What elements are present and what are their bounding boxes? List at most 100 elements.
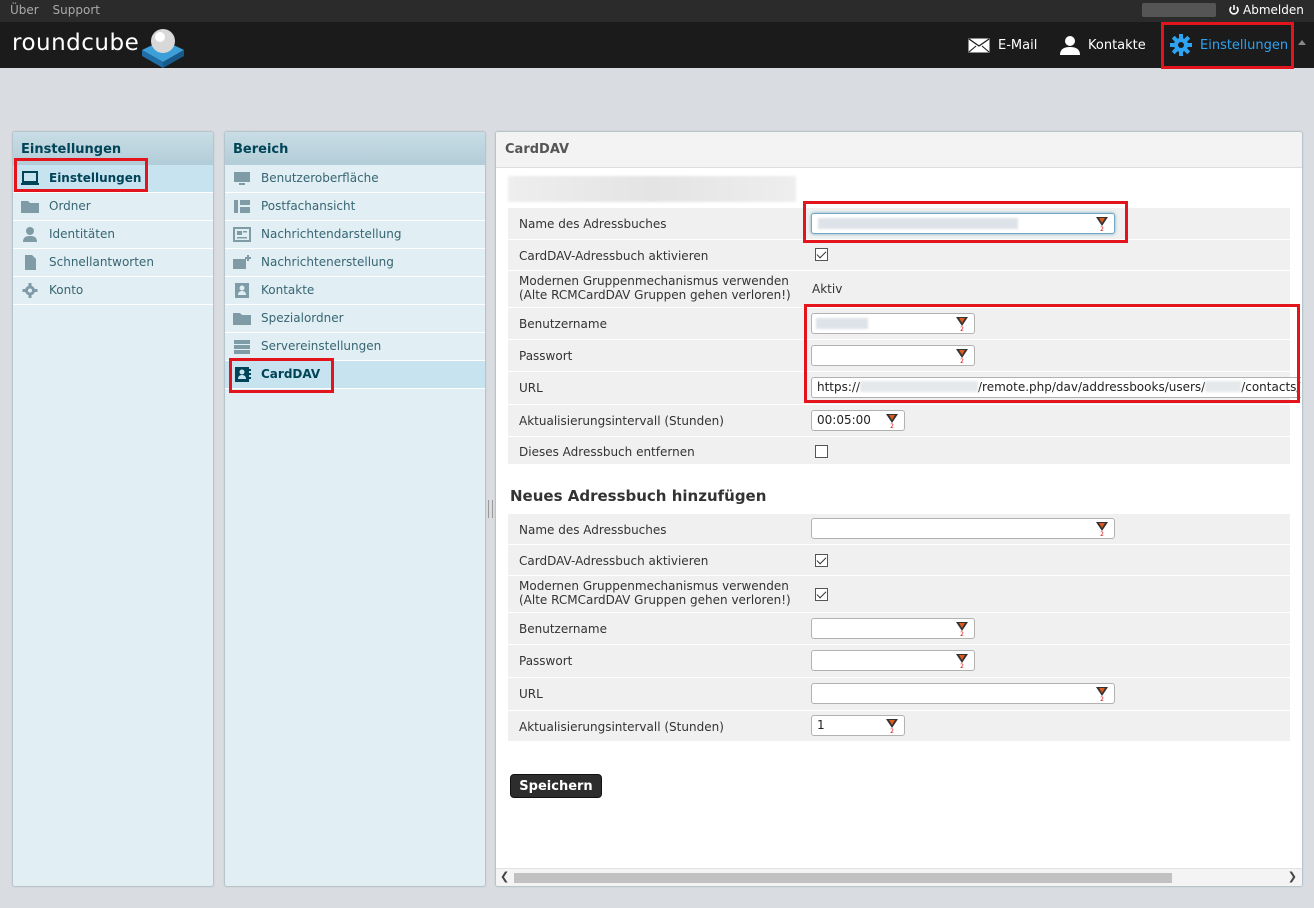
row-new-group-mechanism: Modernen Gruppenmechanismus verwenden (A… <box>508 576 1290 613</box>
newspaper-icon <box>233 227 251 242</box>
mid-panel-title: Bereich <box>225 132 485 165</box>
password-manager-icon[interactable]: 2 <box>956 317 968 331</box>
username-input[interactable]: 2 <box>811 313 975 334</box>
svg-text:2: 2 <box>960 631 964 636</box>
area-item-nachrichtendarstellung[interactable]: Nachrichtendarstellung <box>225 221 485 249</box>
row-new-url: URL 2 <box>508 678 1290 711</box>
mail-plus-icon <box>233 255 251 269</box>
nav-contacts[interactable]: Kontakte <box>1060 22 1146 68</box>
new-password-input[interactable]: 2 <box>811 650 975 671</box>
gear-icon <box>22 283 38 298</box>
password-manager-icon[interactable]: 2 <box>956 622 968 636</box>
url-suffix: /contacts/ <box>1241 380 1301 394</box>
scroll-left-icon[interactable]: ❮ <box>500 870 509 883</box>
row-new-interval: Aktualisierungsintervall (Stunden) 1 2 <box>508 711 1290 742</box>
area-item-nachrichtenerstellung[interactable]: Nachrichtenerstellung <box>225 249 485 277</box>
section-item-identitaeten[interactable]: Identitäten <box>13 221 213 249</box>
power-icon <box>1229 5 1239 15</box>
contact-card-icon <box>235 283 249 298</box>
password-manager-icon[interactable]: 2 <box>956 654 968 668</box>
monitor-icon <box>21 171 39 185</box>
area-item-label: Nachrichtendarstellung <box>261 227 402 241</box>
roundcube-logo[interactable]: roundcube <box>12 30 139 56</box>
panel-splitter[interactable] <box>488 500 493 518</box>
row-new-password: Passwort 2 <box>508 645 1290 678</box>
password-input[interactable]: 2 <box>811 345 975 366</box>
top-bar: Über Support Abmelden <box>0 0 1314 22</box>
addressbook-name-input[interactable]: 2 <box>811 213 1115 234</box>
new-interval-input[interactable]: 1 2 <box>811 715 905 736</box>
new-username-label: Benutzername <box>519 622 607 636</box>
activate-checkbox[interactable] <box>815 248 828 261</box>
password-manager-icon[interactable]: 2 <box>1096 217 1108 231</box>
monitor-icon <box>234 172 250 185</box>
row-remove: Dieses Adressbuch entfernen <box>508 437 1290 465</box>
save-button[interactable]: Speichern <box>510 774 602 798</box>
new-group-checkbox[interactable] <box>815 588 828 601</box>
password-manager-icon[interactable]: 2 <box>886 719 898 733</box>
scroll-right-icon[interactable]: ❯ <box>1288 870 1297 883</box>
new-url-input[interactable]: 2 <box>811 683 1115 704</box>
section-item-schnellantworten[interactable]: Schnellantworten <box>13 249 213 277</box>
folder-icon <box>21 201 39 213</box>
new-url-label: URL <box>519 687 543 701</box>
nav-collapse-arrow-icon[interactable] <box>1298 40 1306 45</box>
new-activate-checkbox[interactable] <box>815 554 828 567</box>
url-host-redacted <box>860 381 979 392</box>
interval-label: Aktualisierungsintervall (Stunden) <box>519 414 724 428</box>
nav-settings[interactable]: Einstellungen <box>1162 22 1290 68</box>
section-item-label: Konto <box>49 283 84 297</box>
password-manager-icon[interactable]: 2 <box>956 349 968 363</box>
new-addressbook-name-input[interactable]: 2 <box>811 518 1115 539</box>
interval-value: 00:05:00 <box>817 413 871 427</box>
area-item-spezialordner[interactable]: Spezialordner <box>225 305 485 333</box>
password-manager-icon[interactable]: 2 <box>886 414 898 428</box>
person-icon <box>1060 36 1080 55</box>
url-input[interactable]: https:// /remote.php/dav/addressbooks/use… <box>811 377 1301 398</box>
username-redacted <box>1142 3 1216 17</box>
section-item-einstellungen[interactable]: Einstellungen <box>13 165 213 193</box>
password-manager-icon[interactable]: 2 <box>1096 687 1108 701</box>
row-name: Name des Adressbuches 2 <box>508 208 1290 240</box>
svg-text:2: 2 <box>960 358 964 363</box>
interval-input[interactable]: 00:05:00 2 <box>811 410 905 431</box>
layout-icon <box>234 200 250 213</box>
new-interval-label: Aktualisierungsintervall (Stunden) <box>519 720 724 734</box>
area-item-servereinstellungen[interactable]: Servereinstellungen <box>225 333 485 361</box>
settings-area-panel: Bereich Benutzeroberfläche Postfachansic… <box>224 131 486 887</box>
row-group-mechanism: Modernen Gruppenmechanismus verwenden (A… <box>508 271 1290 308</box>
row-activate: CardDAV-Adressbuch aktivieren <box>508 240 1290 271</box>
svg-text:2: 2 <box>1100 696 1104 701</box>
nav-email[interactable]: E-Mail <box>968 22 1037 68</box>
horizontal-scrollbar[interactable]: ❮ ❯ <box>496 868 1302 886</box>
logout-button[interactable]: Abmelden <box>1228 3 1304 17</box>
row-new-username: Benutzername 2 <box>508 613 1290 645</box>
support-link[interactable]: Support <box>53 3 100 17</box>
area-item-postfachansicht[interactable]: Postfachansicht <box>225 193 485 221</box>
area-item-label: Postfachansicht <box>261 199 356 213</box>
gear-icon <box>1170 34 1192 56</box>
scrollbar-thumb[interactable] <box>514 873 1172 883</box>
svg-text:2: 2 <box>960 326 964 331</box>
activate-label: CardDAV-Adressbuch aktivieren <box>519 249 709 263</box>
section-item-konto[interactable]: Konto <box>13 277 213 305</box>
area-item-kontakte[interactable]: Kontakte <box>225 277 485 305</box>
new-password-label: Passwort <box>519 654 573 668</box>
group-mechanism-value: Aktiv <box>812 282 843 296</box>
nav-settings-label: Einstellungen <box>1200 37 1289 53</box>
remove-checkbox[interactable] <box>815 445 828 458</box>
section-item-label: Identitäten <box>49 227 115 241</box>
new-username-input[interactable]: 2 <box>811 618 975 639</box>
new-group-label-line-2: (Alte RCMCardDAV Gruppen gehen verloren!… <box>519 593 791 607</box>
nav-email-label: E-Mail <box>998 37 1038 53</box>
section-item-ordner[interactable]: Ordner <box>13 193 213 221</box>
area-item-carddav[interactable]: CardDAV <box>225 361 485 389</box>
document-icon <box>25 255 36 270</box>
main-panel-title: CardDAV <box>496 132 1302 168</box>
password-label: Passwort <box>519 349 573 363</box>
name-value-redacted <box>818 218 1018 229</box>
password-manager-icon[interactable]: 2 <box>1096 522 1108 536</box>
area-item-benutzeroberflaeche[interactable]: Benutzeroberfläche <box>225 165 485 193</box>
about-link[interactable]: Über <box>10 3 39 17</box>
url-label: URL <box>519 381 543 395</box>
